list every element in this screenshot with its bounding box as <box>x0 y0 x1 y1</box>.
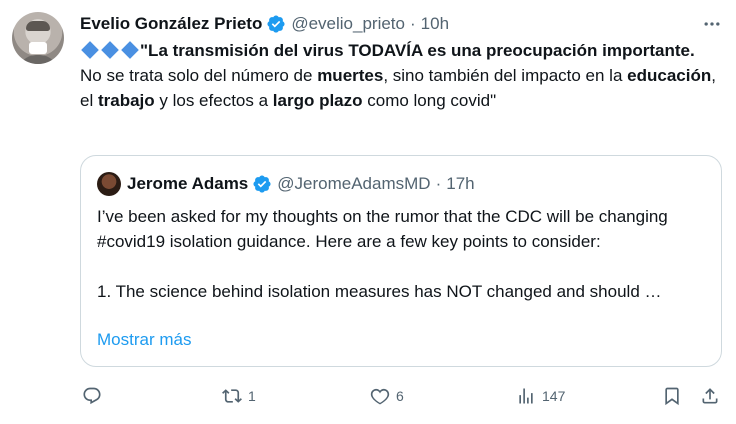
tweet-body: No se trata solo del número de muertes, … <box>80 63 720 113</box>
text-bold: largo plazo <box>272 91 363 110</box>
text-fragment: , sino también del impacto en la <box>383 66 628 85</box>
text-fragment: como long covid" <box>362 91 497 110</box>
more-icon <box>704 22 720 26</box>
show-more-link[interactable]: Mostrar más <box>97 330 191 350</box>
bookmark-button[interactable] <box>662 382 682 410</box>
text-bold: educación <box>627 66 712 85</box>
tweet-text: "La transmisión del virus TODAVÍA es una… <box>80 38 720 113</box>
text-fragment: y los efectos a <box>154 91 273 110</box>
tweet[interactable]: Evelio González Prieto @evelio_prieto · … <box>0 0 736 424</box>
quoted-tweet[interactable]: Jerome Adams @JeromeAdamsMD · 17h I’ve b… <box>80 155 722 367</box>
blue-diamond-icon <box>81 41 99 59</box>
separator: · <box>435 174 442 193</box>
quoted-timestamp: 17h <box>446 174 475 193</box>
reply-button[interactable] <box>82 382 108 410</box>
bookmark-icon <box>665 387 679 406</box>
separator: · <box>409 14 416 33</box>
timestamp[interactable]: 10h <box>421 14 449 34</box>
author-name[interactable]: Evelio González Prieto <box>80 14 262 34</box>
reply-icon <box>83 387 101 405</box>
text-bold: muertes <box>317 66 384 85</box>
avatar-mask <box>29 42 47 54</box>
views-button[interactable]: 147 <box>516 382 565 410</box>
text-bold: trabajo <box>97 91 155 110</box>
action-bar: 1 6 147 <box>80 382 722 410</box>
tweet-header: Evelio González Prieto @evelio_prieto · … <box>80 12 449 36</box>
blue-diamond-icon <box>121 41 139 59</box>
author-avatar[interactable] <box>12 12 64 64</box>
quoted-author-avatar <box>97 172 121 196</box>
more-options-button[interactable] <box>700 14 724 34</box>
quoted-paragraph: 1. The science behind isolation measures… <box>97 282 662 301</box>
quoted-tweet-header: Jerome Adams @JeromeAdamsMD · 17h <box>97 172 475 196</box>
like-count: 6 <box>396 388 404 404</box>
views-chart-icon <box>519 388 533 404</box>
share-icon <box>702 388 718 404</box>
retweet-icon <box>222 389 242 403</box>
like-button[interactable]: 6 <box>370 382 404 410</box>
tweet-headline: "La transmisión del virus TODAVÍA es una… <box>140 41 695 60</box>
verified-badge-icon <box>267 15 285 33</box>
quoted-author-handle: @JeromeAdamsMD <box>277 174 431 193</box>
quoted-paragraph: I’ve been asked for my thoughts on the r… <box>97 207 668 251</box>
verified-badge-icon <box>253 175 271 193</box>
author-handle[interactable]: @evelio_prieto <box>291 14 405 34</box>
quoted-author-name: Jerome Adams <box>127 174 249 193</box>
share-button[interactable] <box>700 382 720 410</box>
avatar-shirt <box>18 55 58 64</box>
views-count: 147 <box>542 388 566 404</box>
quoted-tweet-text: I’ve been asked for my thoughts on the r… <box>97 204 707 304</box>
retweet-button[interactable]: 1 <box>222 382 256 410</box>
avatar-hair <box>26 21 50 31</box>
retweet-count: 1 <box>248 388 256 404</box>
blue-diamond-icon <box>101 41 119 59</box>
heart-icon <box>370 388 390 405</box>
text-fragment: No se trata solo del número de <box>80 66 318 85</box>
